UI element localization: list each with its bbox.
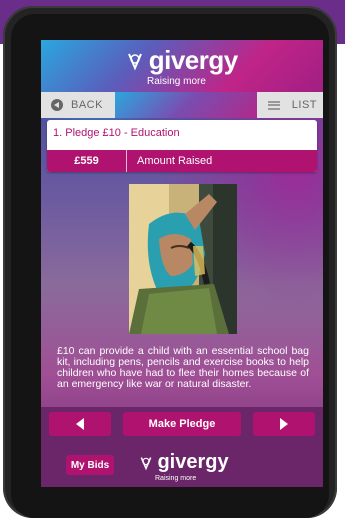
back-label: BACK	[71, 99, 103, 111]
list-label: LIST	[291, 99, 317, 111]
givergy-logo-icon	[128, 53, 143, 71]
list-button[interactable]: LIST	[257, 92, 323, 118]
app-header: givergy Raising more	[41, 40, 323, 92]
pledge-photo	[129, 184, 237, 334]
menu-icon	[267, 100, 280, 110]
make-pledge-button[interactable]: Make Pledge	[123, 412, 241, 436]
my-bids-button[interactable]: My Bids	[66, 455, 114, 475]
bottom-action-bar: Make Pledge My Bids givergy Raising more	[41, 407, 323, 487]
app-screen: givergy Raising more BACK LIST 1. Pledge…	[41, 40, 323, 487]
footer-tagline: Raising more	[155, 475, 197, 482]
pledge-card: 1. Pledge £10 - Education £559 Amount Ra…	[47, 120, 317, 172]
pledge-title: 1. Pledge £10 - Education	[53, 127, 180, 139]
back-icon	[51, 99, 63, 111]
nav-gradient-gap	[115, 92, 257, 118]
footer-logo: givergy	[139, 451, 229, 474]
amount-raised-value: £559	[47, 150, 127, 172]
child-writing-photo-image	[129, 184, 237, 334]
nav-bar: BACK LIST	[41, 92, 323, 118]
givergy-footer-logo-icon	[140, 456, 152, 470]
header-tagline: Raising more	[147, 76, 206, 87]
next-button[interactable]	[253, 412, 315, 436]
pledge-amount-row: £559 Amount Raised	[47, 150, 317, 172]
header-logo: givergy	[41, 45, 323, 76]
pledge-description: £10 can provide a child with an essentia…	[57, 346, 309, 390]
header-brand-name: givergy	[148, 45, 239, 75]
back-button[interactable]: BACK	[41, 92, 115, 118]
footer-brand-name: givergy	[157, 451, 229, 473]
previous-button[interactable]	[49, 412, 111, 436]
next-arrow-icon	[280, 418, 288, 430]
previous-arrow-icon	[76, 418, 84, 430]
amount-raised-label: Amount Raised	[137, 155, 213, 167]
